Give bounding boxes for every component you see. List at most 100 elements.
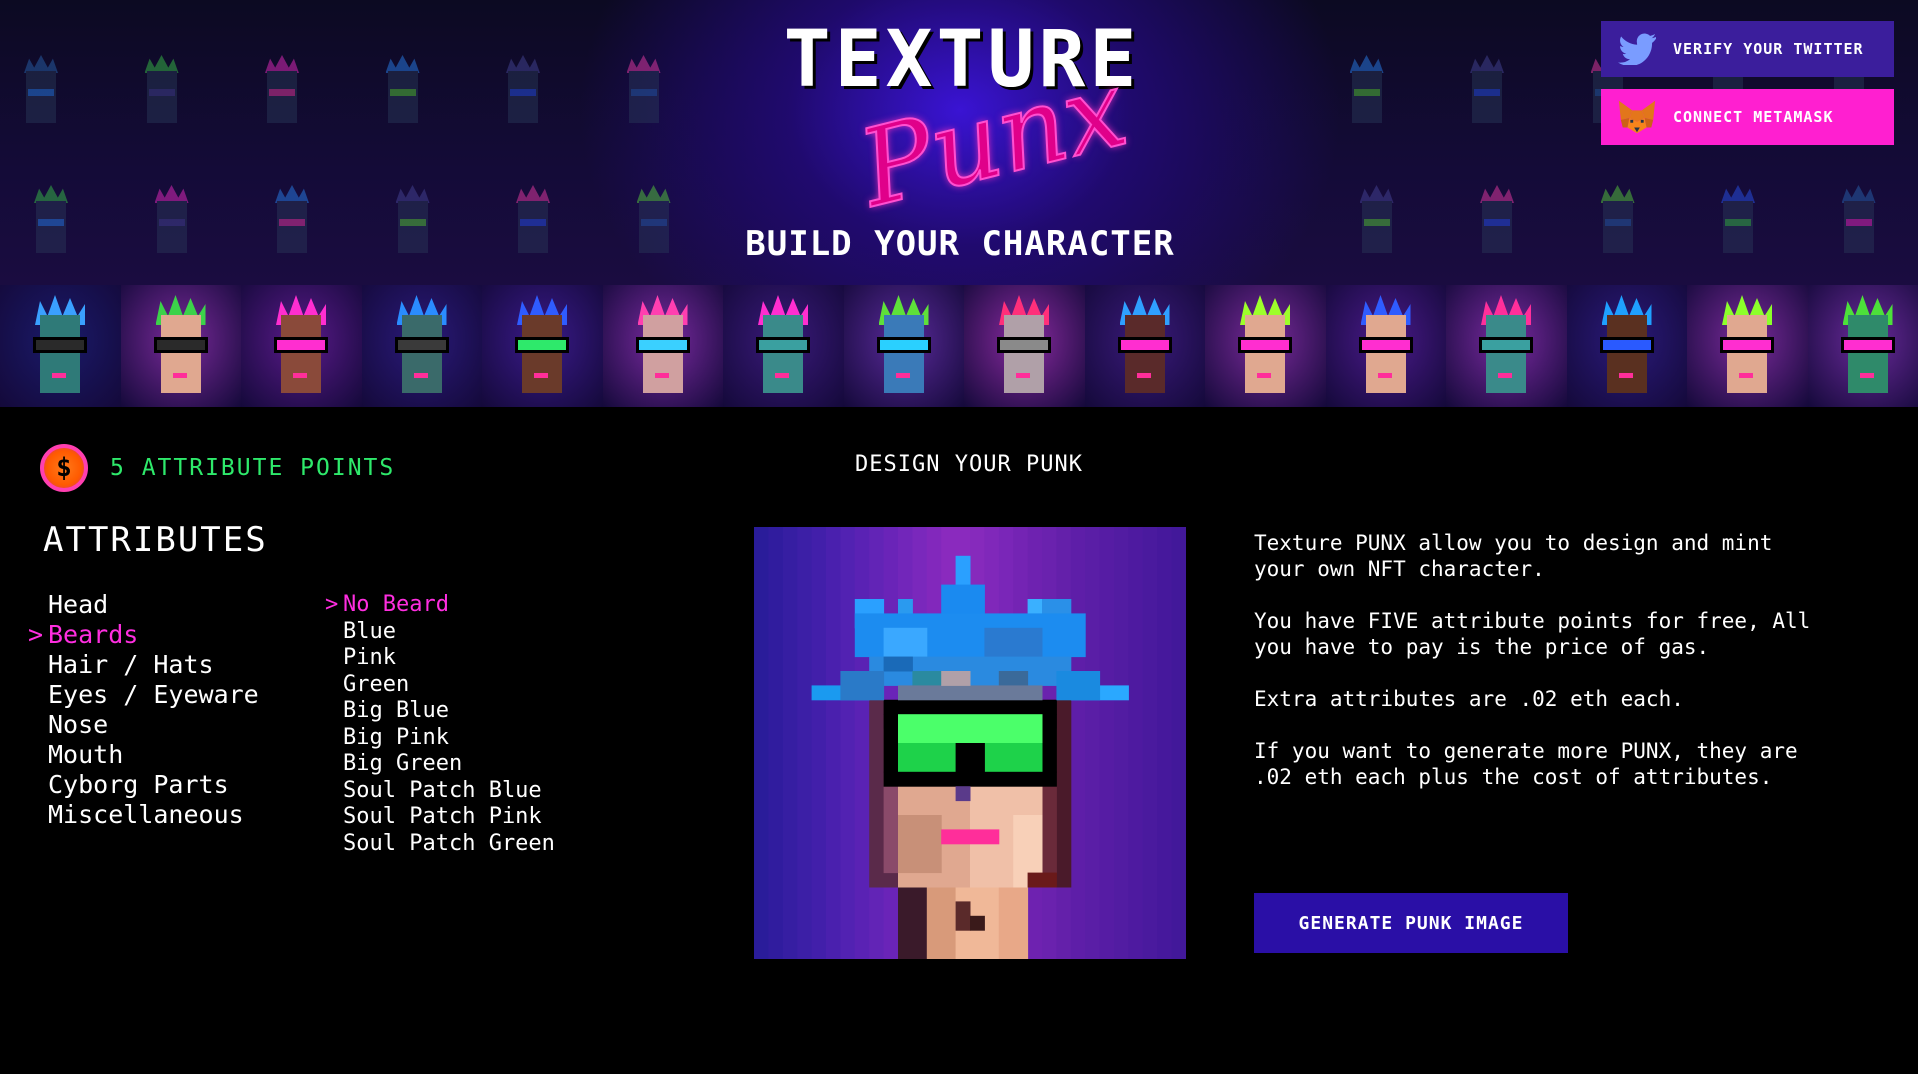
attribute-category-item[interactable]: Eyes / Eyeware	[28, 680, 259, 710]
attribute-option-item[interactable]: Big Pink	[323, 725, 555, 752]
attribute-category-label: Mouth	[48, 740, 124, 769]
background-punk-silhouette	[1344, 55, 1390, 135]
punk-eyewear-shape	[33, 337, 87, 353]
punk-glasses-pixel	[955, 743, 985, 773]
background-punk-silhouette	[269, 185, 315, 265]
punk-face-shape	[401, 315, 442, 393]
connect-metamask-button[interactable]: CONNECT METAMASK	[1601, 89, 1894, 145]
attribute-option-item[interactable]: Green	[323, 672, 555, 699]
attribute-option-item[interactable]: Blue	[323, 619, 555, 646]
background-punk-silhouette	[1474, 185, 1520, 265]
attribute-category-item[interactable]: Mouth	[28, 740, 259, 770]
gallery-punk-thumbnail	[1446, 285, 1567, 407]
attribute-category-item[interactable]: > Beards	[28, 620, 259, 650]
punk-mouth-shape	[775, 373, 789, 378]
punk-eyewear-shape	[1479, 337, 1533, 353]
coin-icon: $	[40, 444, 88, 492]
verify-twitter-button[interactable]: VERIFY YOUR TWITTER	[1601, 21, 1894, 77]
attribute-category-item[interactable]: Cyborg Parts	[28, 770, 259, 800]
gallery-punk-thumbnail	[241, 285, 362, 407]
punk-eyewear-shape	[756, 337, 810, 353]
preview-background-pixel	[1114, 527, 1129, 959]
attribute-option-item[interactable]: Soul Patch Pink	[323, 804, 555, 831]
attribute-option-label: Soul Patch Pink	[343, 804, 542, 829]
punk-face-shape	[160, 315, 201, 393]
punk-mouth-shape	[1498, 373, 1512, 378]
punk-mouth-pixel	[941, 829, 1000, 845]
gallery-punk-thumbnail	[1687, 285, 1808, 407]
gallery-punk-thumbnail	[1807, 285, 1918, 407]
punk-mouth-shape	[534, 373, 548, 378]
punk-eyewear-shape	[1353, 89, 1380, 96]
attribute-option-item[interactable]: Big Blue	[323, 698, 555, 725]
attribute-option-label: Pink	[343, 645, 396, 670]
punk-face-shape	[1472, 71, 1502, 123]
punk-hair-pixel	[998, 671, 1029, 686]
punk-hair-pixel	[941, 584, 985, 614]
generate-punk-button[interactable]: GENERATE PUNK IMAGE	[1254, 893, 1568, 953]
punk-eyewear-shape	[510, 89, 536, 96]
background-punk-silhouette	[631, 185, 677, 265]
attribute-option-item[interactable]: Pink	[323, 645, 555, 672]
preview-background-pixel	[1157, 527, 1173, 959]
preview-background-pixel	[797, 527, 813, 959]
punk-eyewear-shape	[1720, 337, 1774, 353]
description-paragraph: You have FIVE attribute points for free,…	[1254, 609, 1811, 659]
description: Texture PUNX allow you to design and min…	[1254, 530, 1814, 816]
punk-glasses-pixel	[883, 771, 1057, 787]
punk-eyewear-shape	[153, 337, 208, 353]
punk-nose-pixel	[955, 786, 971, 802]
attribute-option-item[interactable]: Big Green	[323, 751, 555, 778]
background-punk-silhouette	[1464, 55, 1510, 135]
punk-eyewear-shape	[515, 337, 569, 353]
punk-face-pixel	[898, 815, 942, 874]
punk-face-shape	[1723, 201, 1753, 253]
gallery-punk-thumbnail	[0, 285, 121, 407]
gallery-punk-thumbnail	[1205, 285, 1326, 407]
attribute-option-label: Soul Patch Green	[343, 830, 555, 856]
punk-mouth-shape	[1739, 373, 1753, 378]
gallery-punk-thumbnail	[120, 285, 241, 407]
preview-background-pixel	[1099, 527, 1115, 959]
punk-hair-pixel	[912, 671, 942, 686]
attribute-category-item[interactable]: Nose	[28, 710, 259, 740]
attribute-category-item[interactable]: Hair / Hats	[28, 650, 259, 680]
punk-face-shape	[1486, 315, 1526, 393]
gallery-punk-thumbnail	[964, 285, 1085, 407]
attribute-category-item[interactable]: Head	[28, 590, 259, 620]
background-punk-silhouette	[139, 55, 185, 135]
punk-face-shape	[1727, 315, 1767, 393]
punk-face-shape	[40, 315, 80, 393]
attribute-option-item[interactable]: Soul Patch Blue	[323, 778, 555, 805]
hero-banner: TEXTURE Punx BUILD YOUR CHARACTER VERIFY…	[0, 0, 1918, 285]
punk-face-shape	[1365, 315, 1406, 393]
attribute-category-label: Hair / Hats	[48, 650, 214, 679]
background-punk-silhouette	[380, 55, 426, 135]
attribute-option-label: Big Green	[343, 751, 463, 776]
punk-face-shape	[763, 315, 803, 393]
punk-mouth-shape	[413, 373, 428, 378]
punk-mouth-shape	[1859, 373, 1874, 378]
preview-background-pixel	[1171, 527, 1186, 959]
punk-eyewear-shape	[1363, 219, 1390, 226]
punk-eyewear-shape	[1725, 219, 1751, 226]
punk-mouth-shape	[1016, 373, 1030, 378]
gallery-punk-thumbnail	[843, 285, 964, 407]
gallery-punk-thumbnail	[1566, 285, 1687, 407]
attribute-option-list: > No Beard Blue Pink Green Big Blue Big Pink Bi…	[323, 592, 555, 857]
punk-hair-pixel	[1056, 671, 1101, 701]
punk-gallery-strip	[0, 285, 1918, 407]
punk-eyewear-shape	[269, 89, 295, 96]
attribute-option-item[interactable]: > No Beard	[323, 592, 555, 619]
attribute-points-label: 5 ATTRIBUTE POINTS	[110, 455, 396, 481]
punk-glasses-pixel	[883, 714, 899, 773]
description-paragraph: Extra attributes are .02 eth each.	[1254, 687, 1684, 711]
attribute-category-label: Eyes / Eyeware	[48, 680, 259, 709]
attribute-category-item[interactable]: Miscellaneous	[28, 800, 259, 830]
background-punk-silhouette	[1715, 185, 1761, 265]
punk-face-shape	[1606, 315, 1647, 393]
attribute-option-item[interactable]: Soul Patch Green	[323, 831, 555, 858]
punk-eyewear-shape	[635, 337, 690, 353]
background-punk-silhouette	[510, 185, 556, 265]
preview-background-pixel	[1085, 527, 1101, 959]
